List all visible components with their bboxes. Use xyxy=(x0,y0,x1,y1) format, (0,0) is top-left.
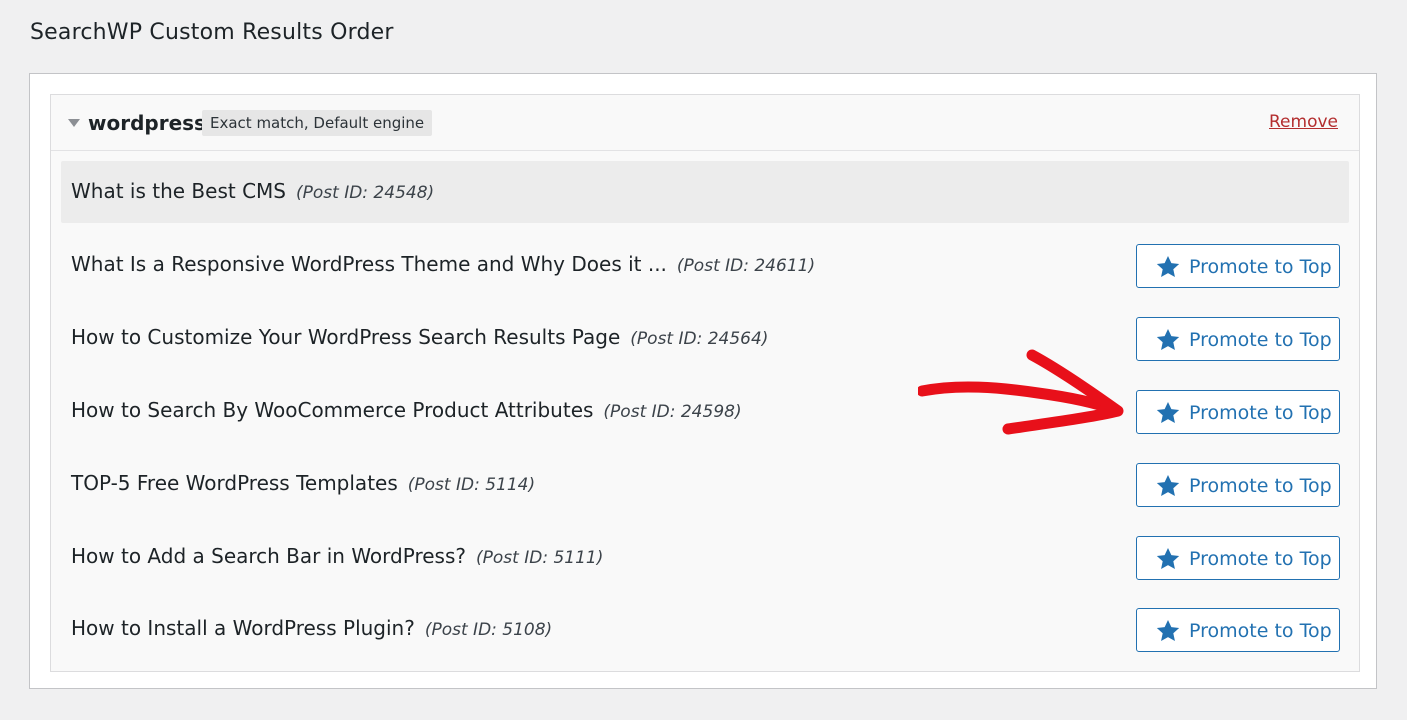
result-title-text: How to Search By WooCommerce Product Att… xyxy=(71,398,594,422)
result-post-id: (Post ID: 24548) xyxy=(295,183,435,203)
result-post-id: (Post ID: 24598) xyxy=(603,402,742,422)
star-icon xyxy=(1156,474,1180,496)
promote-to-top-button[interactable]: Promote to Top xyxy=(1136,536,1340,580)
result-post-id: (Post ID: 5114) xyxy=(407,475,536,495)
query-term: wordpress xyxy=(88,111,206,135)
result-row[interactable]: How to Add a Search Bar in WordPress? (Po… xyxy=(61,526,1349,588)
query-header[interactable]: wordpress Exact match, Default engine Re… xyxy=(51,95,1359,151)
promote-to-top-button[interactable]: Promote to Top xyxy=(1136,463,1340,507)
result-title-text: How to Install a WordPress Plugin? xyxy=(71,616,415,640)
remove-link[interactable]: Remove xyxy=(1269,112,1338,132)
result-row[interactable]: How to Install a WordPress Plugin? (Post … xyxy=(61,598,1349,660)
result-title: How to Search By WooCommerce Product Att… xyxy=(71,398,742,422)
star-icon xyxy=(1156,547,1180,569)
result-post-id: (Post ID: 24611) xyxy=(676,256,816,276)
promote-to-top-button[interactable]: Promote to Top xyxy=(1136,608,1340,652)
result-title: What Is a Responsive WordPress Theme and… xyxy=(71,252,815,276)
result-title: How to Add a Search Bar in WordPress? (Po… xyxy=(71,544,603,568)
star-icon xyxy=(1156,328,1180,350)
promote-button-label: Promote to Top xyxy=(1189,256,1332,278)
page-title: SearchWP Custom Results Order xyxy=(30,20,394,45)
result-row[interactable]: What is the Best CMS (Post ID: 24548) xyxy=(61,161,1349,223)
promote-button-label: Promote to Top xyxy=(1189,402,1332,424)
result-title-text: What Is a Responsive WordPress Theme and… xyxy=(71,252,667,276)
star-icon xyxy=(1156,255,1180,277)
result-title-text: How to Add a Search Bar in WordPress? xyxy=(71,544,466,568)
result-title-text: TOP-5 Free WordPress Templates xyxy=(71,471,398,495)
promote-button-label: Promote to Top xyxy=(1189,475,1332,497)
star-icon xyxy=(1156,619,1180,641)
promote-to-top-button[interactable]: Promote to Top xyxy=(1136,390,1340,434)
promote-button-label: Promote to Top xyxy=(1189,620,1332,642)
result-post-id: (Post ID: 5111) xyxy=(476,548,604,568)
match-type-badge: Exact match, Default engine xyxy=(202,110,433,136)
caret-down-icon[interactable] xyxy=(68,119,80,127)
result-title: What is the Best CMS (Post ID: 24548) xyxy=(71,179,434,203)
result-title: How to Customize Your WordPress Search R… xyxy=(71,325,768,349)
result-title-text: How to Customize Your WordPress Search R… xyxy=(71,325,621,349)
result-title: How to Install a WordPress Plugin? (Post … xyxy=(71,616,552,640)
star-icon xyxy=(1156,401,1180,423)
result-row[interactable]: How to Search By WooCommerce Product Att… xyxy=(61,380,1349,442)
promote-to-top-button[interactable]: Promote to Top xyxy=(1136,317,1340,361)
result-row[interactable]: How to Customize Your WordPress Search R… xyxy=(61,307,1349,369)
results-order-panel: wordpress Exact match, Default engine Re… xyxy=(29,73,1377,689)
result-row[interactable]: What Is a Responsive WordPress Theme and… xyxy=(61,234,1349,296)
query-group: wordpress Exact match, Default engine Re… xyxy=(50,94,1360,672)
promote-to-top-button[interactable]: Promote to Top xyxy=(1136,244,1340,288)
result-row[interactable]: TOP-5 Free WordPress Templates (Post ID: … xyxy=(61,453,1349,515)
result-post-id: (Post ID: 5108) xyxy=(424,620,553,640)
result-title: TOP-5 Free WordPress Templates (Post ID: … xyxy=(71,471,535,495)
promote-button-label: Promote to Top xyxy=(1189,329,1332,351)
result-post-id: (Post ID: 24564) xyxy=(630,329,769,349)
result-title-text: What is the Best CMS xyxy=(71,179,286,203)
promote-button-label: Promote to Top xyxy=(1189,548,1332,570)
